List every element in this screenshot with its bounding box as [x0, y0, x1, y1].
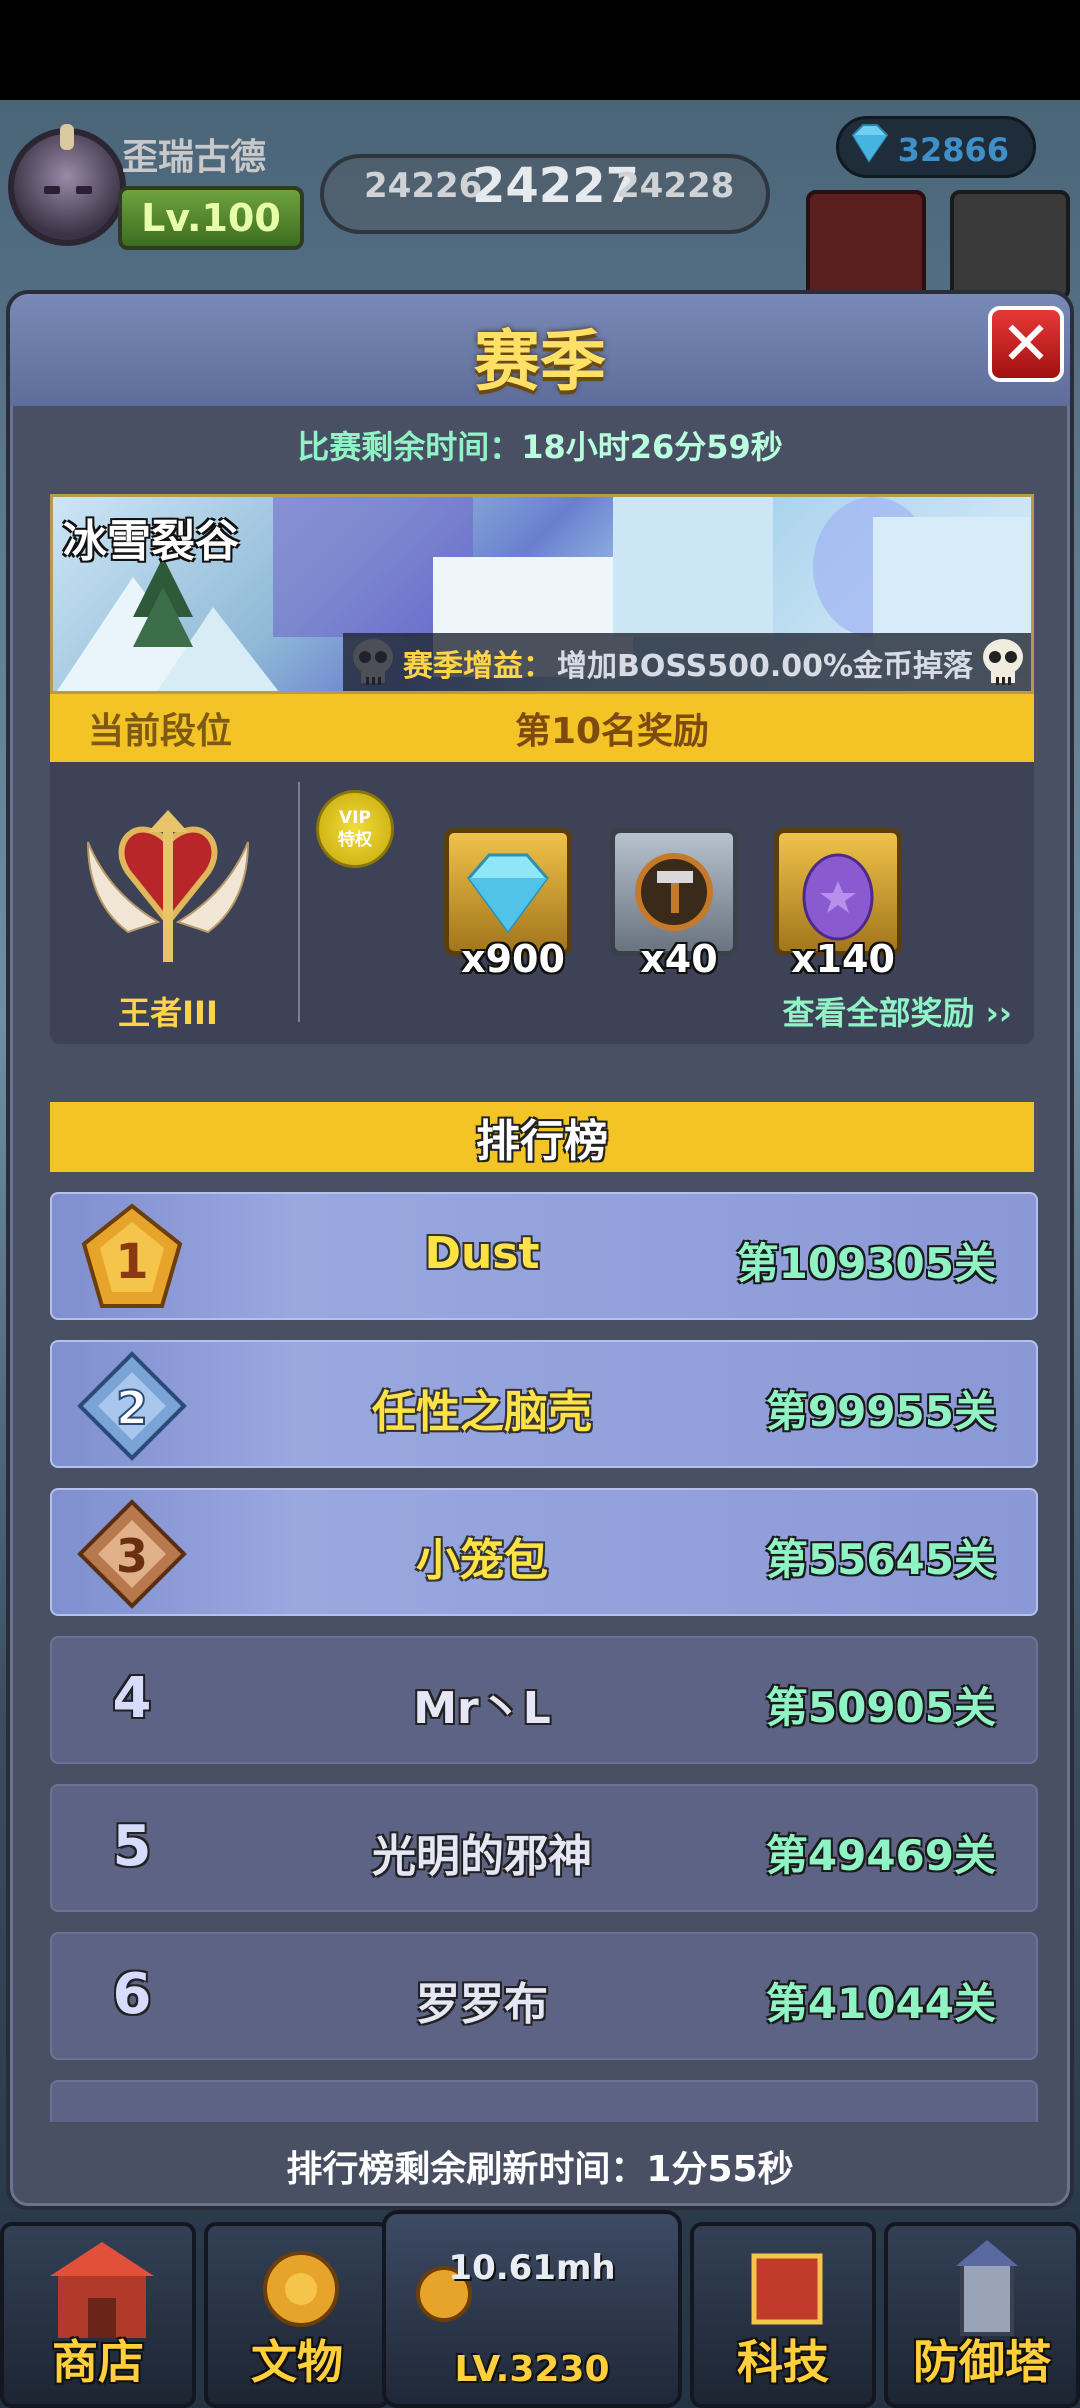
- leaderboard-row-partial[interactable]: [50, 2080, 1038, 2122]
- leaderboard-list[interactable]: 1 Dust 第109305关 2 任性之脑壳 第99955关 3 小笼包 第5…: [50, 1192, 1038, 2122]
- rank-name: 王者III: [118, 994, 218, 1032]
- view-all-rewards-link[interactable]: 查看全部奖励 ››: [782, 988, 1012, 1034]
- egg-icon: [802, 853, 874, 941]
- leaderboard-row[interactable]: 3 小笼包 第55645关: [50, 1488, 1038, 1616]
- reward-item[interactable]: x40: [610, 828, 738, 981]
- gem-counter[interactable]: 32866: [836, 116, 1036, 178]
- leaderboard-row[interactable]: 6 罗罗布 第41044关: [50, 1932, 1038, 2060]
- reward-qty: x140: [791, 937, 895, 981]
- diamond-icon: [851, 124, 889, 163]
- stage-indicator: 24226 24227 24228: [320, 140, 770, 250]
- player-stage: 第109305关: [736, 1239, 996, 1288]
- bonus-text: 增加BOSS500.00%金币掉落: [556, 649, 974, 684]
- status-bar: [0, 0, 1080, 100]
- refresh-value: 1分55秒: [646, 2149, 794, 2190]
- nav-battle[interactable]: 10.61mh LV.3230: [382, 2210, 682, 2408]
- gem-value: 32866: [897, 131, 1009, 169]
- stage-next: 24228: [616, 166, 735, 206]
- leaderboard-row[interactable]: 1 Dust 第109305关: [50, 1192, 1038, 1320]
- player-stage: 第99955关: [765, 1387, 996, 1436]
- close-button[interactable]: ✕: [988, 306, 1064, 382]
- refresh-label: 排行榜剩余刷新时间：: [286, 2149, 647, 2190]
- reward-qty: x40: [640, 937, 718, 981]
- leaderboard-row[interactable]: 2 任性之脑壳 第99955关: [50, 1340, 1038, 1468]
- panel-header: 赛季 ✕: [10, 294, 1070, 406]
- diamond-icon: [467, 853, 549, 934]
- nav-tower[interactable]: 防御塔: [884, 2222, 1080, 2408]
- nav-tech-label: 科技: [737, 2335, 829, 2389]
- vip-badge[interactable]: VIP 特权: [316, 790, 394, 868]
- refresh-timer: 排行榜剩余刷新时间：1分55秒: [10, 2140, 1070, 2192]
- panel-title: 赛季: [474, 323, 606, 400]
- quest-button[interactable]: [806, 190, 926, 300]
- vip-line2: 特权: [338, 830, 372, 850]
- map-name: 冰雪裂谷: [63, 516, 239, 567]
- rank-strip: 当前段位 第10名奖励: [50, 694, 1034, 762]
- leaderboard-row[interactable]: 5 光明的邪神 第49469关: [50, 1784, 1038, 1912]
- stage-current: 24227: [472, 158, 639, 214]
- nav-tech[interactable]: 科技: [690, 2222, 876, 2408]
- season-timer: 比赛剩余时间：18小时26分59秒: [10, 422, 1070, 468]
- menu-button[interactable]: [950, 190, 1070, 300]
- bonus-label: 赛季增益：: [402, 649, 553, 684]
- hero-level: LV.3230: [454, 2349, 610, 2390]
- reward-item[interactable]: x140: [774, 828, 902, 981]
- reward-qty: x900: [461, 937, 565, 981]
- vip-line1: VIP: [339, 808, 371, 828]
- season-panel: 赛季 ✕ 比赛剩余时间：18小时26分59秒 冰雪裂谷 赛季增益： 增加BOSS5…: [6, 290, 1074, 2210]
- nav-shop[interactable]: 商店: [0, 2222, 196, 2408]
- player-stage: 第50905关: [765, 1683, 996, 1732]
- player-level-badge: Lv.100: [118, 186, 304, 250]
- gold-speed: 10.61mh: [448, 2248, 616, 2288]
- season-bonus: 赛季增益： 增加BOSS500.00%金币掉落: [343, 633, 1031, 691]
- reward-title: 第10名奖励: [514, 711, 710, 752]
- rank-emblem-icon: [87, 810, 249, 962]
- season-timer-value: 18小时26分59秒: [521, 428, 783, 466]
- leaderboard-row[interactable]: 4 Mr丶L 第50905关: [50, 1636, 1038, 1764]
- hammer-icon: [635, 853, 713, 931]
- divider: [298, 782, 300, 1022]
- season-timer-label: 比赛剩余时间：: [297, 428, 522, 466]
- stage-prev: 24226: [364, 166, 483, 206]
- player-stage: 第49469关: [765, 1831, 996, 1880]
- bottom-nav: 商店 文物 10.61mh LV.3230 科技 防御塔: [0, 2210, 1080, 2408]
- nav-shop-label: 商店: [52, 2335, 144, 2389]
- nav-relics-label: 文物: [251, 2335, 343, 2389]
- nav-tower-label: 防御塔: [913, 2335, 1051, 2389]
- player-stage: 第55645关: [765, 1535, 996, 1584]
- skull-icon: [983, 639, 1023, 685]
- player-name: 歪瑞古德: [122, 137, 267, 178]
- player-stage: 第41044关: [765, 1979, 996, 2028]
- nav-relics[interactable]: 文物: [204, 2222, 390, 2408]
- reward-item[interactable]: x900: [444, 828, 572, 981]
- leaderboard-header: 排行榜: [50, 1102, 1034, 1172]
- reward-box: 王者III VIP 特权 x900 x40 x140 查看全部奖励 ››: [50, 762, 1034, 1044]
- player-avatar[interactable]: [8, 124, 126, 246]
- season-map-banner: 冰雪裂谷 赛季增益： 增加BOSS500.00%金币掉落: [50, 494, 1034, 694]
